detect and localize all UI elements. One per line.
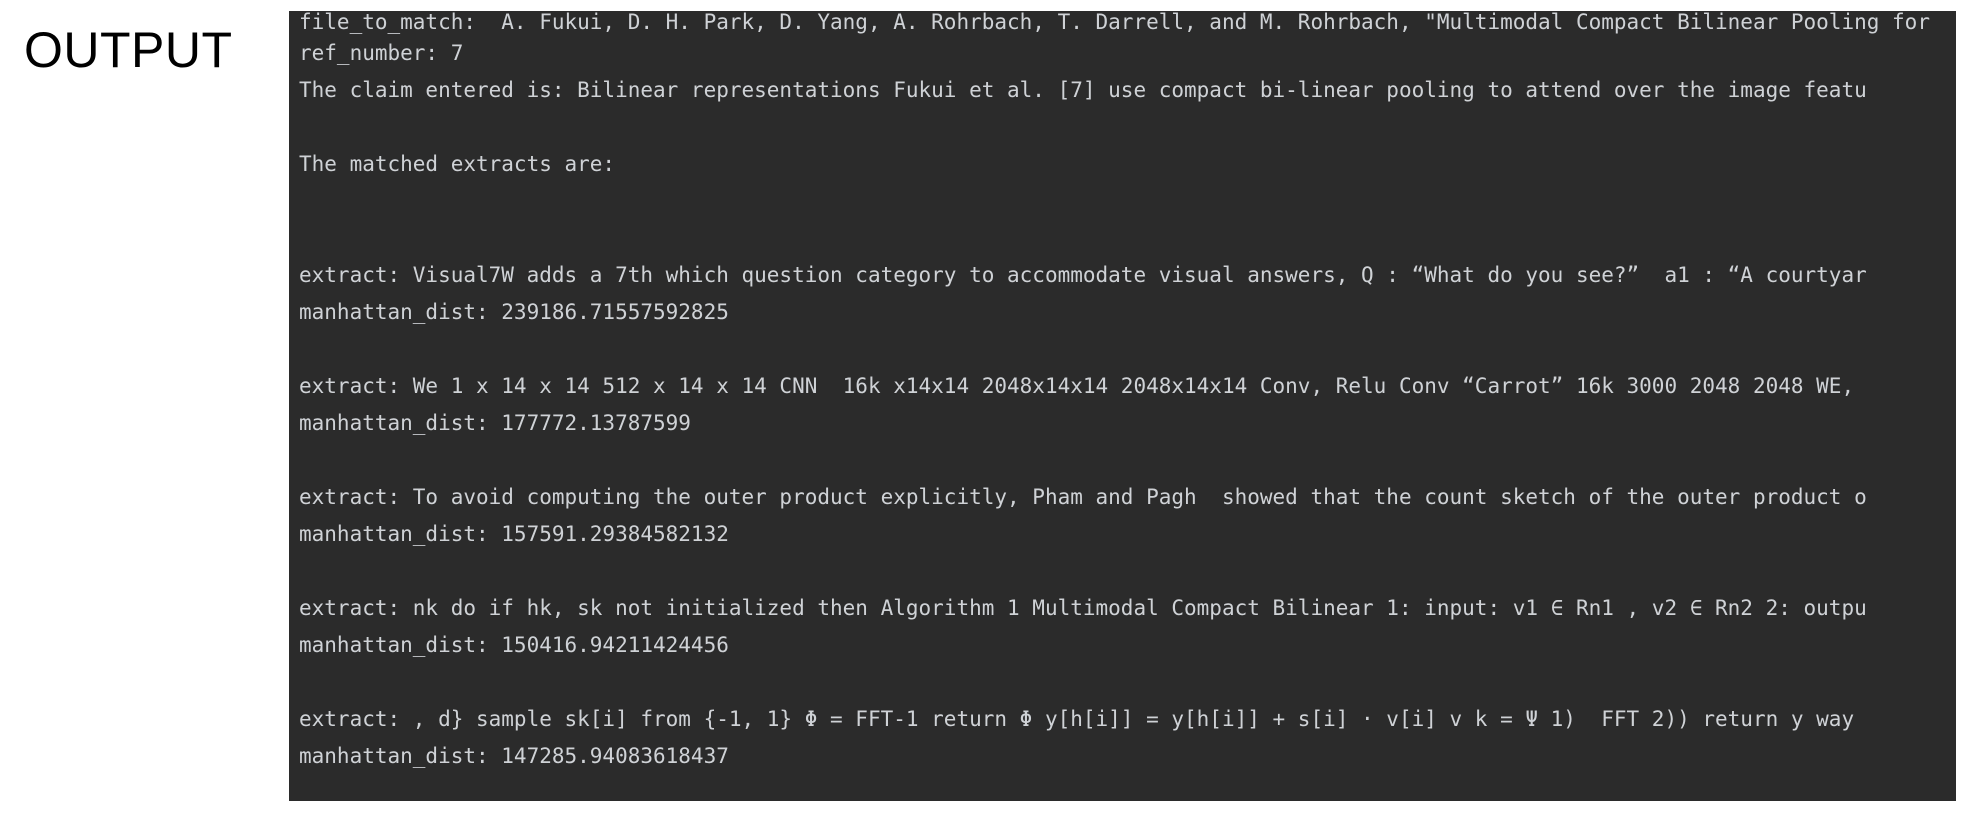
matched-extracts-header: The matched extracts are: <box>299 152 616 176</box>
manhattan-dist-line: manhattan_dist: 147285.94083618437 <box>299 744 729 768</box>
extract-line: extract: We 1 x 14 x 14 512 x 14 x 14 CN… <box>299 374 1855 398</box>
console-text: file_to_match: A. Fukui, D. H. Park, D. … <box>299 11 1956 801</box>
console-output-panel[interactable]: file_to_match: A. Fukui, D. H. Park, D. … <box>289 11 1956 801</box>
manhattan-dist-line: manhattan_dist: 177772.13787599 <box>299 411 691 435</box>
extract-line: extract: , d} sample sk[i] from {-1, 1} … <box>299 707 1855 731</box>
manhattan-dist-line: manhattan_dist: 157591.29384582132 <box>299 522 729 546</box>
extract-line: extract: nk do if hk, sk not initialized… <box>299 596 1867 620</box>
file-to-match-line: file_to_match: A. Fukui, D. H. Park, D. … <box>299 11 1930 34</box>
manhattan-dist-line: manhattan_dist: 239186.71557592825 <box>299 300 729 324</box>
ref-number-line: ref_number: 7 <box>299 41 464 65</box>
extract-line: extract: Visual7W adds a 7th which quest… <box>299 263 1867 287</box>
claim-line: The claim entered is: Bilinear represent… <box>299 78 1867 102</box>
output-heading: OUTPUT <box>24 22 233 78</box>
extract-line: extract: To avoid computing the outer pr… <box>299 485 1867 509</box>
manhattan-dist-line: manhattan_dist: 150416.94211424456 <box>299 633 729 657</box>
